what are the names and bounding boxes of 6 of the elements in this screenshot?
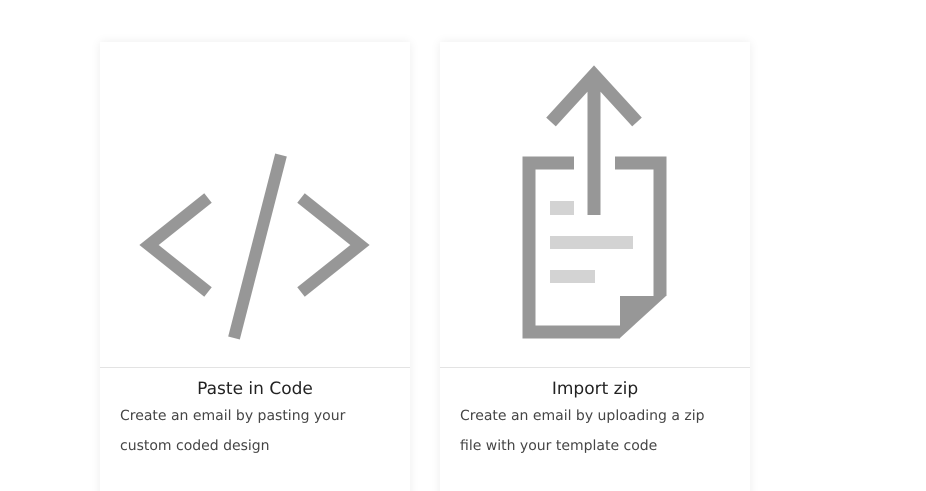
card-description: Create an email by pasting your custom coded design bbox=[119, 407, 346, 456]
card-title: Import zip bbox=[550, 378, 640, 401]
card-title: Paste in Code bbox=[196, 378, 314, 401]
card-description: Create an email by uploading a zip file with your template code bbox=[459, 407, 706, 456]
option-card[interactable]: Paste in Code Create an email by pasting your custom coded design bbox=[100, 42, 410, 491]
option-card[interactable]: Import zip Create an email by uploading a zip file with your template code bbox=[440, 42, 750, 491]
